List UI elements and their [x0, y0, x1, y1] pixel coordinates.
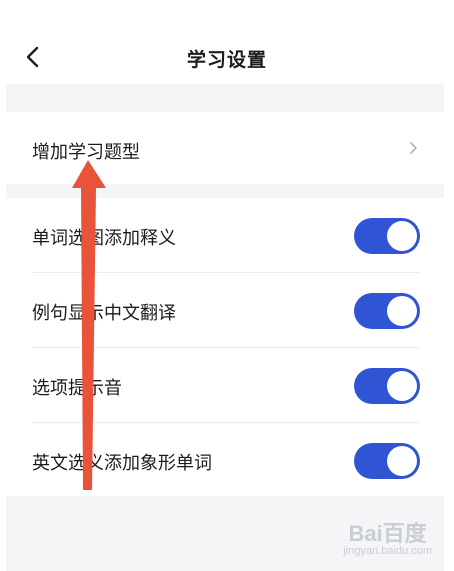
toggle-knob — [387, 446, 417, 476]
section-gap — [6, 84, 444, 112]
setting-row-word-image-definition: 单词选图添加释义 — [6, 198, 444, 273]
setting-row-sentence-translation: 例句显示中文翻译 — [6, 273, 444, 348]
add-question-type-label: 增加学习题型 — [32, 142, 140, 163]
setting-label: 例句显示中文翻译 — [32, 303, 176, 324]
setting-label: 英文选义添加象形单词 — [32, 453, 212, 474]
toggle-knob — [387, 221, 417, 251]
setting-label: 选项提示音 — [32, 378, 122, 399]
toggle-switch[interactable] — [354, 443, 420, 479]
toggle-switch[interactable] — [354, 218, 420, 254]
baidu-watermark: Bai百度 jingyan.baidu.com — [343, 516, 432, 557]
setting-label: 单词选图添加释义 — [32, 228, 176, 249]
add-question-type-row[interactable]: 增加学习题型 — [6, 112, 444, 184]
setting-row-pictographic-words: 英文选义添加象形单词 — [6, 423, 444, 498]
watermark-url: jingyan.baidu.com — [343, 545, 432, 557]
toggle-knob — [387, 371, 417, 401]
toggle-switch[interactable] — [354, 293, 420, 329]
toggle-switch[interactable] — [354, 368, 420, 404]
section-gap — [6, 184, 444, 198]
toggle-settings-list: 单词选图添加释义 例句显示中文翻译 选项提示音 英文选义添加象形单词 — [6, 198, 444, 496]
chevron-right-icon — [410, 142, 417, 154]
header-bar: 学习设置 — [0, 0, 454, 84]
toggle-knob — [387, 296, 417, 326]
watermark-logo: Bai百度 — [348, 521, 427, 546]
setting-row-option-sound: 选项提示音 — [6, 348, 444, 423]
page-title: 学习设置 — [186, 49, 267, 71]
